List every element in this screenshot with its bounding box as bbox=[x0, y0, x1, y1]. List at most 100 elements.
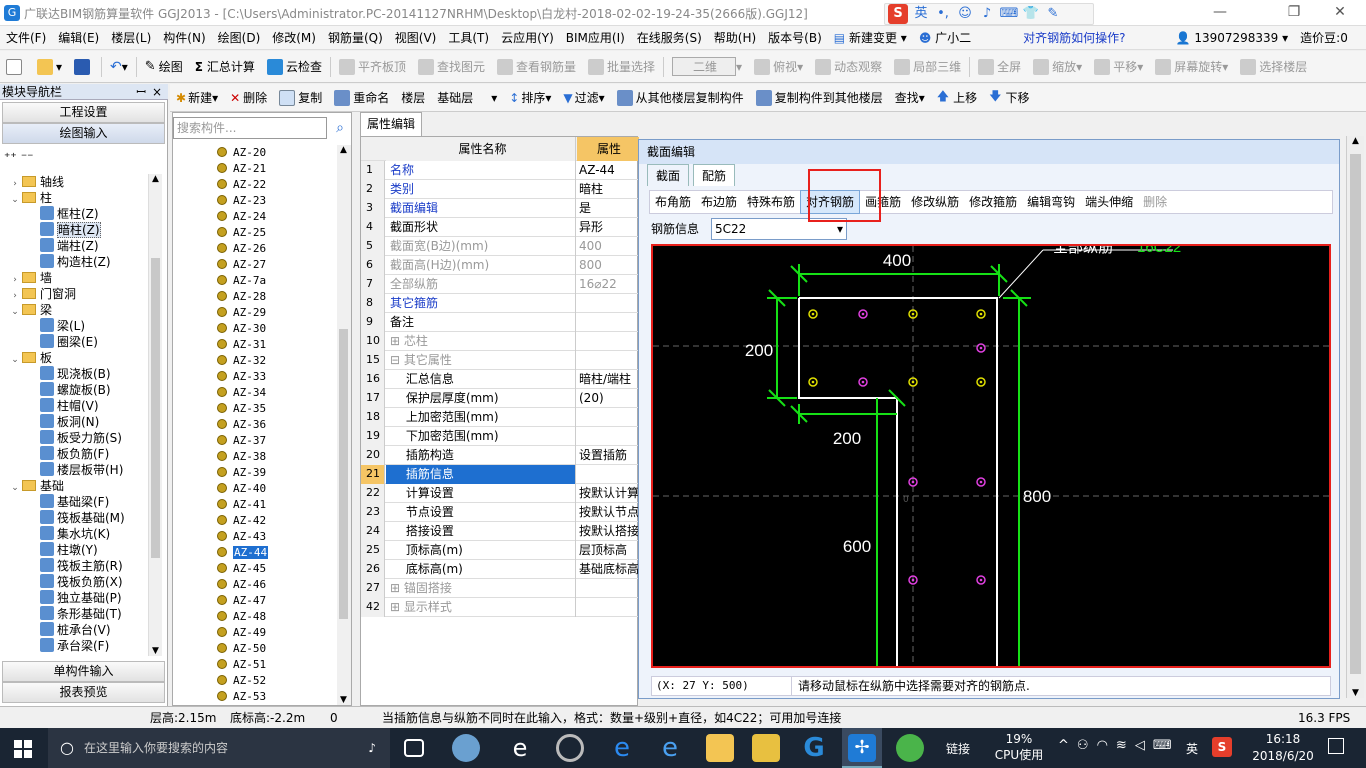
menu-bim[interactable]: BIM应用(I) bbox=[560, 26, 631, 50]
single-input-button[interactable]: 单构件输入 bbox=[2, 661, 165, 682]
property-value[interactable]: 暗柱 bbox=[577, 180, 639, 199]
open-file-button[interactable]: ▾ bbox=[31, 52, 68, 82]
end-extend-button[interactable]: 端头伸缩 bbox=[1080, 191, 1138, 213]
list-item[interactable]: AZ-53 bbox=[217, 689, 266, 703]
tree-item[interactable]: 圈梁(E) bbox=[40, 334, 98, 350]
help-link[interactable]: 对齐钢筋如何操作? bbox=[1017, 26, 1131, 50]
draw-button[interactable]: ✎ 绘图 bbox=[139, 52, 189, 82]
property-row[interactable]: 10 ⊞ 芯柱 bbox=[361, 332, 639, 351]
delete-rebar-button[interactable]: 删除 bbox=[1138, 191, 1172, 213]
list-item[interactable]: AZ-39 bbox=[217, 465, 266, 481]
copy-button[interactable]: 复制 bbox=[273, 83, 328, 113]
list-item[interactable]: AZ-30 bbox=[217, 321, 266, 337]
tree-item[interactable]: 集水坑(K) bbox=[40, 526, 110, 542]
list-item[interactable]: AZ-29 bbox=[217, 305, 266, 321]
property-row[interactable]: 4 截面形状 异形 bbox=[361, 218, 639, 237]
internet-explorer-icon[interactable]: e bbox=[656, 734, 684, 762]
property-row[interactable]: 6 截面高(H边)(mm) 800 bbox=[361, 256, 639, 275]
menu-component[interactable]: 构件(N) bbox=[157, 26, 211, 50]
property-row[interactable]: 19 下加密范围(mm) bbox=[361, 427, 639, 446]
property-value[interactable] bbox=[577, 598, 639, 617]
list-item[interactable]: AZ-20 bbox=[217, 145, 266, 161]
section-canvas[interactable]: 400 200 200 800 600 全部纵筋 16C22 0 bbox=[651, 244, 1331, 668]
property-value[interactable]: 16⌀22 bbox=[577, 275, 639, 294]
user-account[interactable]: 👤 13907298339 ▾ bbox=[1170, 26, 1295, 50]
spiral-app-icon[interactable] bbox=[556, 734, 584, 762]
property-row[interactable]: 7 全部纵筋 16⌀22 bbox=[361, 275, 639, 294]
keyboard-icon[interactable]: ⌨ bbox=[1153, 738, 1180, 753]
tree-item[interactable]: ⌄ 板 bbox=[10, 350, 52, 366]
dynamic-view-button[interactable]: 动态观察 bbox=[809, 52, 888, 82]
property-value[interactable]: 设置插筋 bbox=[577, 446, 639, 465]
scroll-up-icon[interactable]: ▲ bbox=[337, 145, 350, 155]
expand-collapse-icons[interactable]: ⁺⁺ ⁻⁻ bbox=[4, 150, 34, 164]
list-item[interactable]: AZ-36 bbox=[217, 417, 266, 433]
flat-top-button[interactable]: 平齐板顶 bbox=[333, 52, 412, 82]
ie-edge-icon[interactable]: e bbox=[506, 734, 534, 762]
floor-select[interactable]: 基础层 ▾ bbox=[431, 83, 503, 113]
list-item[interactable]: AZ-26 bbox=[217, 241, 266, 257]
tree-toggle-icon[interactable]: ⌄ bbox=[10, 352, 20, 368]
cloud-check-button[interactable]: 云检查 bbox=[261, 52, 328, 82]
tree-item[interactable]: › 墙 bbox=[10, 270, 52, 286]
property-value[interactable] bbox=[577, 427, 639, 446]
restore-icon[interactable]: ❐ bbox=[1274, 2, 1314, 22]
list-item[interactable]: AZ-32 bbox=[217, 353, 266, 369]
property-row[interactable]: 26 底标高(m) 基础底标高 bbox=[361, 560, 639, 579]
list-item[interactable]: AZ-50 bbox=[217, 641, 266, 657]
keyboard-icon[interactable]: ⌨ bbox=[998, 4, 1020, 24]
property-value[interactable] bbox=[577, 408, 639, 427]
scroll-down-icon[interactable]: ▼ bbox=[337, 695, 350, 705]
tree-item[interactable]: 承台梁(F) bbox=[40, 638, 109, 654]
property-row[interactable]: 5 截面宽(B边)(mm) 400 bbox=[361, 237, 639, 256]
ime-indicator[interactable]: 英 bbox=[1186, 740, 1198, 757]
property-row[interactable]: 16 汇总信息 暗柱/端柱 bbox=[361, 370, 639, 389]
tree-item[interactable]: 构造柱(Z) bbox=[40, 254, 111, 270]
list-item[interactable]: AZ-33 bbox=[217, 369, 266, 385]
property-value[interactable] bbox=[577, 579, 639, 598]
property-row[interactable]: 22 计算设置 按默认计算 bbox=[361, 484, 639, 503]
modify-long-rebar-button[interactable]: 修改纵筋 bbox=[906, 191, 964, 213]
skin-icon[interactable]: 👕 bbox=[1020, 4, 1042, 24]
list-item[interactable]: AZ-34 bbox=[217, 385, 266, 401]
edit-hook-button[interactable]: 编辑弯钩 bbox=[1022, 191, 1080, 213]
batch-select-button[interactable]: 批量选择 bbox=[582, 52, 661, 82]
property-value[interactable]: 按默认节点 bbox=[577, 503, 639, 522]
property-value[interactable]: 异形 bbox=[577, 218, 639, 237]
property-value[interactable]: 按默认搭接 bbox=[577, 522, 639, 541]
property-row[interactable]: 24 搭接设置 按默认搭接 bbox=[361, 522, 639, 541]
pin-icon[interactable]: ꟷ bbox=[136, 84, 146, 100]
scroll-thumb[interactable] bbox=[1350, 154, 1361, 674]
property-row[interactable]: 27 ⊞ 锚固搭接 bbox=[361, 579, 639, 598]
clock[interactable]: 16:18 2018/6/20 bbox=[1250, 731, 1316, 765]
tree-item[interactable]: 梁(L) bbox=[40, 318, 85, 334]
tree-item[interactable]: 筏板基础(M) bbox=[40, 510, 125, 526]
property-value[interactable]: 800 bbox=[577, 256, 639, 275]
property-value[interactable]: AZ-44 bbox=[577, 161, 639, 180]
property-row[interactable]: 25 顶标高(m) 层顶标高 bbox=[361, 541, 639, 560]
property-value[interactable]: 层顶标高 bbox=[577, 541, 639, 560]
tree-item[interactable]: 端柱(Z) bbox=[40, 238, 99, 254]
tray-icons[interactable]: ^⚇◠≋◁⌨ bbox=[1058, 738, 1180, 753]
corner-rebar-button[interactable]: 布角筋 bbox=[650, 191, 696, 213]
property-row[interactable]: 2 类别 暗柱 bbox=[361, 180, 639, 199]
tree-item[interactable]: 框柱(Z) bbox=[40, 206, 99, 222]
property-row[interactable]: 3 截面编辑是 bbox=[361, 199, 639, 218]
menu-modify[interactable]: 修改(M) bbox=[266, 26, 322, 50]
file-explorer-icon[interactable] bbox=[706, 734, 734, 762]
ime-lang[interactable]: 英 bbox=[910, 4, 932, 24]
list-item[interactable]: AZ-37 bbox=[217, 433, 266, 449]
credit-label[interactable]: 造价豆:0 bbox=[1294, 26, 1354, 50]
sort-button[interactable]: ↕ 排序 ▾ bbox=[503, 83, 557, 113]
menu-new-change[interactable]: ▤ 新建变更 ▾ bbox=[828, 26, 913, 50]
find-button[interactable]: 查找 ▾ bbox=[889, 83, 931, 113]
drawing-input-button[interactable]: 绘图输入 bbox=[2, 123, 165, 144]
tree-item[interactable]: 筏板主筋(R) bbox=[40, 558, 123, 574]
sum-button[interactable]: Σ 汇总计算 bbox=[189, 52, 261, 82]
list-item[interactable]: AZ-27 bbox=[217, 257, 266, 273]
find-element-button[interactable]: 查找图元 bbox=[412, 52, 491, 82]
list-item[interactable]: AZ-45 bbox=[217, 561, 266, 577]
menu-help[interactable]: 帮助(H) bbox=[708, 26, 762, 50]
menu-tools[interactable]: 工具(T) bbox=[442, 26, 495, 50]
tree-item[interactable]: 现浇板(B) bbox=[40, 366, 111, 382]
